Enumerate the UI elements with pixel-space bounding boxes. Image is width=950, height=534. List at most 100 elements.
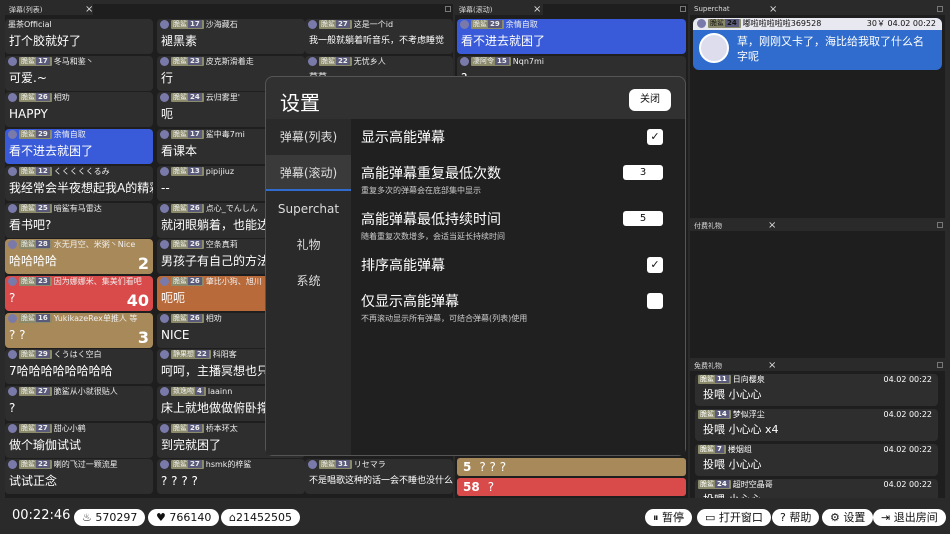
option-show-highlight: 显示高能弹幕 ✓ <box>361 127 675 157</box>
tab-system[interactable]: 系统 <box>266 263 351 299</box>
username: 无忧乡人 <box>353 56 386 66</box>
danmaku-header: 脆鲨 22 无忧乡人 <box>305 56 453 68</box>
option-label: 排序高能弹幕 <box>361 258 445 274</box>
sort-highlight-checkbox[interactable]: ✓ <box>647 257 663 273</box>
username: Nqn7mi <box>512 56 544 66</box>
min-duration-input[interactable]: 5 <box>623 211 663 226</box>
badge-text: 脆鲨 <box>21 240 35 249</box>
anchor-icon <box>160 20 169 29</box>
username: pipijiuz <box>205 166 235 176</box>
badge-text: 脆鲨 <box>173 203 187 212</box>
settings-content: 显示高能弹幕 ✓ 高能弹幕重复最低次数 重复多次的弹幕会在底部集中显示 3 高能… <box>351 119 685 455</box>
anchor-icon <box>8 423 17 433</box>
fan-badge: 脆鲨 12 <box>19 166 52 176</box>
help-button[interactable]: ? 帮助 <box>772 509 820 526</box>
fan-level: 27 <box>36 423 50 432</box>
danmaku-scroll-titlebar: 弹幕(滚动) <box>455 4 543 15</box>
panel-title: 弹幕(列表) <box>9 6 43 14</box>
tab-superchat[interactable]: Superchat <box>266 191 351 227</box>
badge-text: 脆鲨 <box>700 410 714 418</box>
resize-icon[interactable] <box>445 6 451 12</box>
resize-icon[interactable] <box>937 6 943 12</box>
danmaku-header: 脆鲨 31 リセマラ <box>305 459 453 471</box>
gift-message: 投喂 小心心 <box>703 388 762 401</box>
danmaku-header: 脆鲨 23 皮克斯滑着走 <box>157 56 305 68</box>
avatar <box>699 33 729 63</box>
option-desc: 随着重复次数增多，会适当延长持续时间 <box>361 232 505 241</box>
badge-text: 脆鲨 <box>173 20 187 28</box>
room-id-pill: ⌂21452505 <box>221 509 300 526</box>
badge-text: 脆鲨 <box>173 276 187 285</box>
settings-button[interactable]: ⚙ 设置 <box>822 509 874 526</box>
close-icon[interactable]: × <box>533 4 541 15</box>
tab-danmaku-scroll[interactable]: 弹幕(滚动) <box>266 155 351 191</box>
close-icon[interactable]: × <box>769 4 777 15</box>
min-repeat-input[interactable]: 3 <box>623 165 663 180</box>
anchor-icon <box>8 166 17 176</box>
close-icon[interactable]: × <box>768 220 776 231</box>
fan-level: 26 <box>188 203 202 212</box>
resize-icon[interactable] <box>937 362 943 368</box>
exit-icon: ⇥ <box>881 511 894 524</box>
username: くくくくくるみ <box>53 166 110 176</box>
gift-card: 脆鲨 7 楼烟组 04.02 00:22 投喂 小心心 <box>695 444 938 476</box>
fan-badge: 脆鲨 27 <box>171 460 204 470</box>
close-button[interactable]: 关闭 <box>629 89 671 111</box>
resize-icon[interactable] <box>937 222 943 228</box>
fan-level: 29 <box>36 350 50 359</box>
open-window-button[interactable]: ▭ 打开窗口 <box>697 509 771 526</box>
danmaku-card: 脆鲨 16 YukikazeRex单推人 等 ? ? 3 <box>5 312 153 348</box>
close-icon[interactable]: × <box>85 4 93 15</box>
username: 超时空晶哥 <box>732 480 773 489</box>
fan-level: 4 <box>195 387 204 395</box>
fan-badge: 静果想 22 <box>171 350 211 360</box>
fan-level: 27 <box>336 20 350 28</box>
danmaku-message: 哈哈哈哈 <box>9 254 58 269</box>
username: laainn <box>207 387 233 396</box>
danmaku-message: 看不进去就困了 <box>9 144 94 159</box>
fan-badge: 脆鲨 23 <box>171 56 204 66</box>
danmaku-card: 脆鲨 31 リセマラ 不是唱歌这种的话一会不睡也没什么 <box>305 459 453 494</box>
gift-time: 04.02 00:22 <box>883 480 933 489</box>
username: YukikazeRex单推人 等 <box>53 313 138 323</box>
badge-text: 脆鲨 <box>21 313 35 322</box>
tab-gift[interactable]: 礼物 <box>266 227 351 263</box>
fan-level: 26 <box>188 313 202 322</box>
danmaku-message: 7哈哈哈哈哈哈哈哈 <box>9 364 113 379</box>
danmaku-message: ? <box>9 401 16 415</box>
help-icon: ? <box>780 511 790 524</box>
danmaku-card: 脆鲨 29 余情自取看不进去就困了 <box>5 129 153 165</box>
highlight-danmaku: 58? <box>457 478 686 496</box>
danmaku-header: 脆鲨 27 脆鲨从小就很贴人 <box>5 386 153 398</box>
superchat-card: 脆鲨 24 嘟啦啦啦啦啦369528 30￥ 04.02 00:22 草，刚刚又卡了… <box>693 18 942 70</box>
anchor-icon <box>8 240 17 250</box>
fan-level: 13 <box>188 166 202 175</box>
badge-text: 脆鲨 <box>21 276 35 285</box>
badge-text: 脆鲨 <box>321 460 335 468</box>
show-highlight-checkbox[interactable]: ✓ <box>647 129 663 145</box>
fan-badge: 脆鲨 27 <box>19 423 52 433</box>
exit-room-button[interactable]: ⇥ 退出房间 <box>873 509 946 526</box>
close-icon[interactable]: × <box>768 360 776 371</box>
only-highlight-checkbox[interactable] <box>647 293 663 309</box>
resize-icon[interactable] <box>680 6 686 12</box>
danmaku-card: 脆鲨 27 hsmk的梓鲨 ? ? ? ? <box>157 459 305 495</box>
badge-text: 脆鲨 <box>173 93 187 102</box>
danmaku-message: 我一般就躺着听音乐，不考虑睡觉 <box>309 36 445 46</box>
settings-tabs: 弹幕(列表) 弹幕(滚动) Superchat 礼物 系统 <box>266 119 351 455</box>
fan-badge: 脆鲨 26 <box>171 423 204 433</box>
danmaku-card: 脆鲨 17 沙海藏石 褪黑素 <box>157 19 305 54</box>
tab-danmaku-list[interactable]: 弹幕(列表) <box>266 119 351 155</box>
danmaku-card: 脆鲨 22 喇的飞过一颗流星 试试正念 <box>5 459 153 495</box>
fan-level: 27 <box>36 387 50 395</box>
danmaku-card: 脆鲨 26 相劝 HAPPY <box>5 92 153 128</box>
pause-button[interactable]: ⏸ 暂停 <box>645 509 692 526</box>
username: 余情自取 <box>53 130 86 140</box>
badge-text: 凄阿令 <box>473 56 494 65</box>
fan-badge: 脆鲨 24 <box>708 19 741 28</box>
anchor-icon <box>160 387 169 396</box>
username: 余情自取 <box>505 20 538 29</box>
username: 点心_でんしん <box>205 203 258 213</box>
danmaku-card: 墨茶Official 打个胶就好了 <box>5 19 153 54</box>
danmaku-header: 脆鲨 29 余情自取 <box>5 129 153 141</box>
